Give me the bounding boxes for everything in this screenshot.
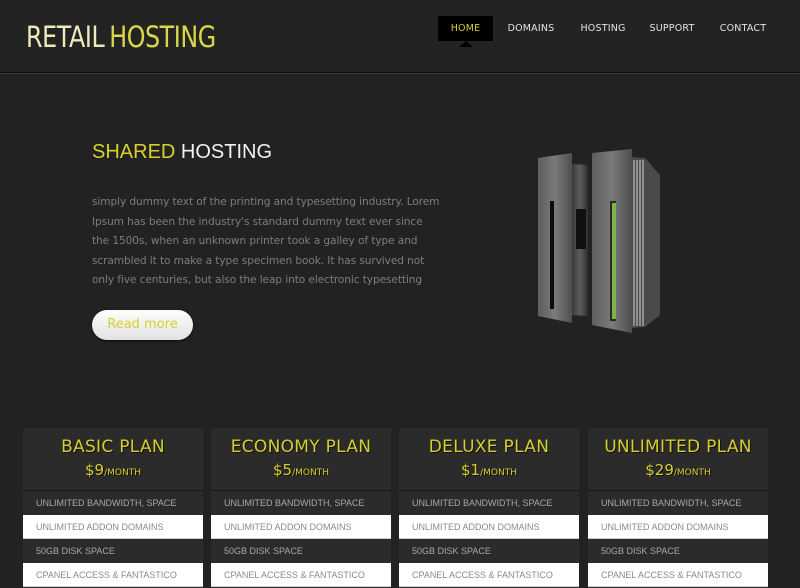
plan-card-basic: BASIC PLAN $9/MONTH UNLIMITED BANDWIDTH,… — [23, 428, 203, 588]
nav-hosting[interactable]: HOSTING — [578, 16, 628, 41]
plan-price-period: /MONTH — [104, 468, 141, 478]
plan-name: DELUXE PLAN — [428, 437, 550, 457]
site-header: RETAIL HOSTING HOME DOMAINS HOSTING SUPPO… — [0, 0, 800, 73]
plan-name: BASIC PLAN — [61, 437, 165, 457]
plan-price: $5/MONTH — [211, 460, 391, 479]
plan-header: ECONOMY PLAN $5/MONTH — [211, 428, 391, 491]
plan-card-unlimited: UNLIMITED PLAN $29/MONTH UNLIMITED BANDW… — [588, 428, 768, 588]
hero-title: SHARED HOSTING — [92, 141, 272, 164]
plan-price: $9/MONTH — [23, 460, 203, 479]
logo[interactable]: RETAIL HOSTING — [26, 20, 216, 54]
server-led-strip — [612, 203, 616, 319]
server-side-vents — [632, 157, 660, 328]
plan-feature: UNLIMITED BANDWIDTH, SPACE — [588, 491, 768, 515]
plan-feature: UNLIMITED BANDWIDTH, SPACE — [399, 491, 579, 515]
plan-feature: CPANEL ACCESS & FANTASTICO — [399, 563, 579, 587]
logo-part-retail: RETAIL — [26, 20, 105, 54]
nav-support[interactable]: SUPPORT — [647, 16, 697, 41]
plan-feature: CPANEL ACCESS & FANTASTICO — [588, 563, 768, 587]
plan-name: ECONOMY PLAN — [230, 437, 372, 457]
plan-feature: 50GB DISK SPACE — [23, 539, 203, 563]
plan-feature: UNLIMITED ADDON DOMAINS — [399, 515, 579, 539]
hero-title-rest: HOSTING — [180, 141, 273, 163]
plan-feature: UNLIMITED ADDON DOMAINS — [588, 515, 768, 539]
plan-feature: 50GB DISK SPACE — [211, 539, 391, 563]
plan-price-period: /MONTH — [480, 468, 517, 478]
plan-card-economy: ECONOMY PLAN $5/MONTH UNLIMITED BANDWIDT… — [211, 428, 391, 588]
plan-price-amount: $1 — [461, 461, 481, 479]
logo-part-hosting: HOSTING — [109, 20, 216, 54]
server-left-door — [538, 153, 572, 323]
plan-feature: UNLIMITED BANDWIDTH, SPACE — [23, 491, 203, 515]
read-more-button[interactable]: Read more — [92, 310, 193, 340]
hero-description: simply dummy text of the printing and ty… — [92, 196, 440, 286]
nav-contact[interactable]: CONTACT — [718, 16, 768, 41]
plan-feature: UNLIMITED ADDON DOMAINS — [23, 515, 203, 539]
server-icon — [538, 149, 660, 333]
plan-price: $29/MONTH — [588, 460, 768, 479]
plan-feature: 50GB DISK SPACE — [399, 539, 579, 563]
plan-price: $1/MONTH — [399, 460, 579, 479]
plan-header: UNLIMITED PLAN $29/MONTH — [588, 428, 768, 491]
plan-price-amount: $5 — [273, 461, 293, 479]
plan-price-amount: $9 — [85, 461, 105, 479]
nav-home[interactable]: HOME — [438, 16, 493, 47]
plan-feature: UNLIMITED ADDON DOMAINS — [211, 515, 391, 539]
plan-header: DELUXE PLAN $1/MONTH — [399, 428, 579, 491]
plan-feature: UNLIMITED BANDWIDTH, SPACE — [211, 491, 391, 515]
plan-feature: CPANEL ACCESS & FANTASTICO — [211, 563, 391, 587]
nav-domains[interactable]: DOMAINS — [504, 16, 558, 41]
plan-price-period: /MONTH — [673, 468, 711, 478]
plan-feature: CPANEL ACCESS & FANTASTICO — [23, 563, 203, 587]
plan-price-amount: $29 — [645, 461, 674, 479]
hero-title-highlight: SHARED — [92, 141, 176, 163]
plan-price-period: /MONTH — [292, 468, 329, 478]
plan-feature: 50GB DISK SPACE — [588, 539, 768, 563]
plan-name: UNLIMITED PLAN — [604, 437, 752, 457]
plan-header: BASIC PLAN $9/MONTH — [23, 428, 203, 491]
plan-card-deluxe: DELUXE PLAN $1/MONTH UNLIMITED BANDWIDTH… — [399, 428, 579, 588]
